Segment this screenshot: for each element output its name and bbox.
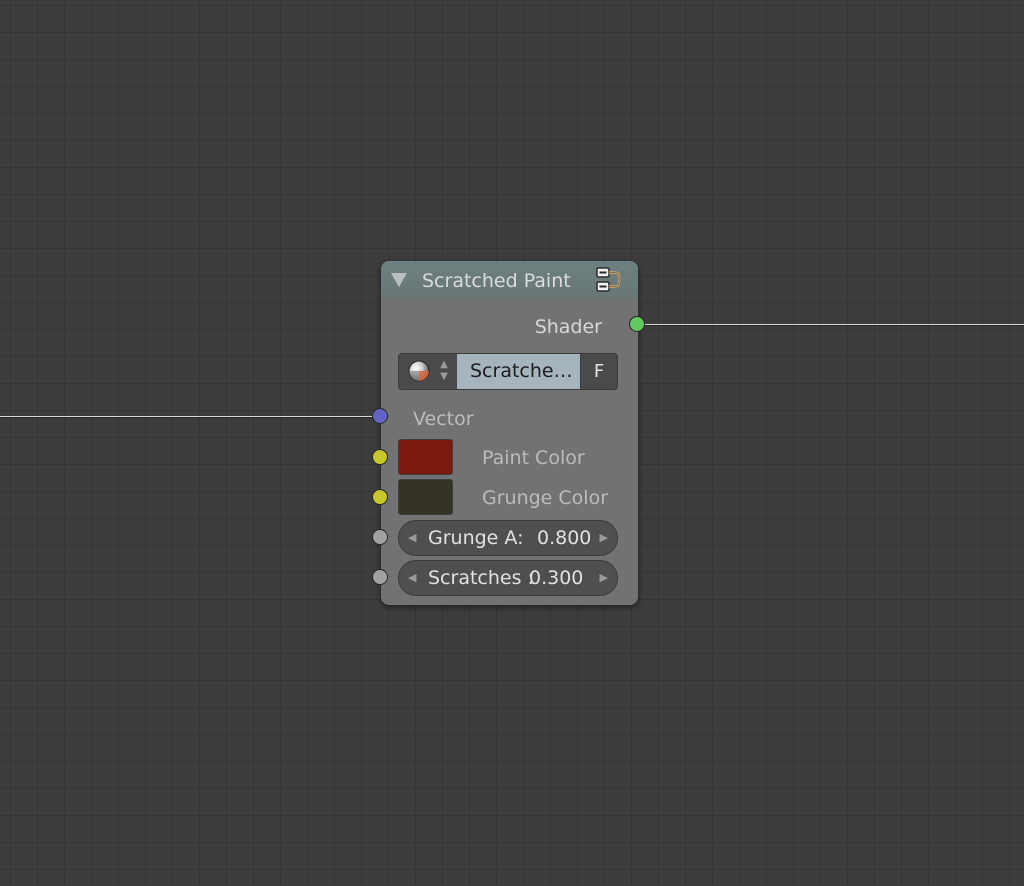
input-socket-grunge-a[interactable] [372, 529, 388, 545]
output-link-shader[interactable] [638, 324, 1024, 325]
scratches-number-field[interactable]: ◀ Scratches : 0.300 ▶ [398, 560, 618, 596]
material-ball-icon [408, 360, 430, 382]
input-socket-vector[interactable] [372, 408, 388, 424]
increment-arrow-icon[interactable]: ▶ [600, 521, 608, 555]
input-label-vector: Vector [413, 408, 474, 430]
scratches-value: 0.300 [529, 567, 584, 589]
grunge-color-swatch[interactable] [398, 479, 453, 515]
input-link-vector[interactable] [0, 416, 380, 417]
browse-node-tree-button[interactable]: ▲ ▼ [399, 354, 457, 389]
node-tree-selector[interactable]: ▲ ▼ Scratche… F [398, 353, 618, 390]
grunge-a-number-field[interactable]: ◀ Grunge A: 0.800 ▶ [398, 520, 618, 556]
input-label-grunge-color: Grunge Color [482, 487, 609, 509]
scratches-label: Scratches : [428, 567, 534, 589]
decrement-arrow-icon[interactable]: ◀ [408, 521, 416, 555]
grunge-a-label: Grunge A: [428, 527, 524, 549]
node-title: Scratched Paint [422, 270, 571, 292]
input-socket-scratches[interactable] [372, 569, 388, 585]
node-editor-canvas[interactable]: Scratched Paint Shader ▲ ▼ Scratche… F V… [0, 0, 1024, 886]
input-socket-paint-color[interactable] [372, 449, 388, 465]
fake-user-button[interactable]: F [580, 354, 617, 389]
node-group-icon[interactable] [594, 265, 624, 295]
input-label-paint-color: Paint Color [482, 447, 585, 469]
grunge-a-value: 0.800 [537, 527, 592, 549]
decrement-arrow-icon[interactable]: ◀ [408, 561, 416, 595]
increment-arrow-icon[interactable]: ▶ [600, 561, 608, 595]
up-down-arrows-icon: ▲ ▼ [440, 359, 448, 382]
paint-color-swatch[interactable] [398, 439, 453, 475]
output-label-shader: Shader [534, 316, 602, 338]
group-node-scratched-paint[interactable]: Scratched Paint Shader ▲ ▼ Scratche… F V… [372, 261, 645, 605]
input-socket-grunge-color[interactable] [372, 489, 388, 505]
output-socket-shader[interactable] [629, 316, 645, 332]
collapse-triangle-icon[interactable] [391, 273, 407, 287]
node-header[interactable]: Scratched Paint [381, 261, 638, 299]
node-tree-name-field[interactable]: Scratche… [457, 354, 580, 389]
